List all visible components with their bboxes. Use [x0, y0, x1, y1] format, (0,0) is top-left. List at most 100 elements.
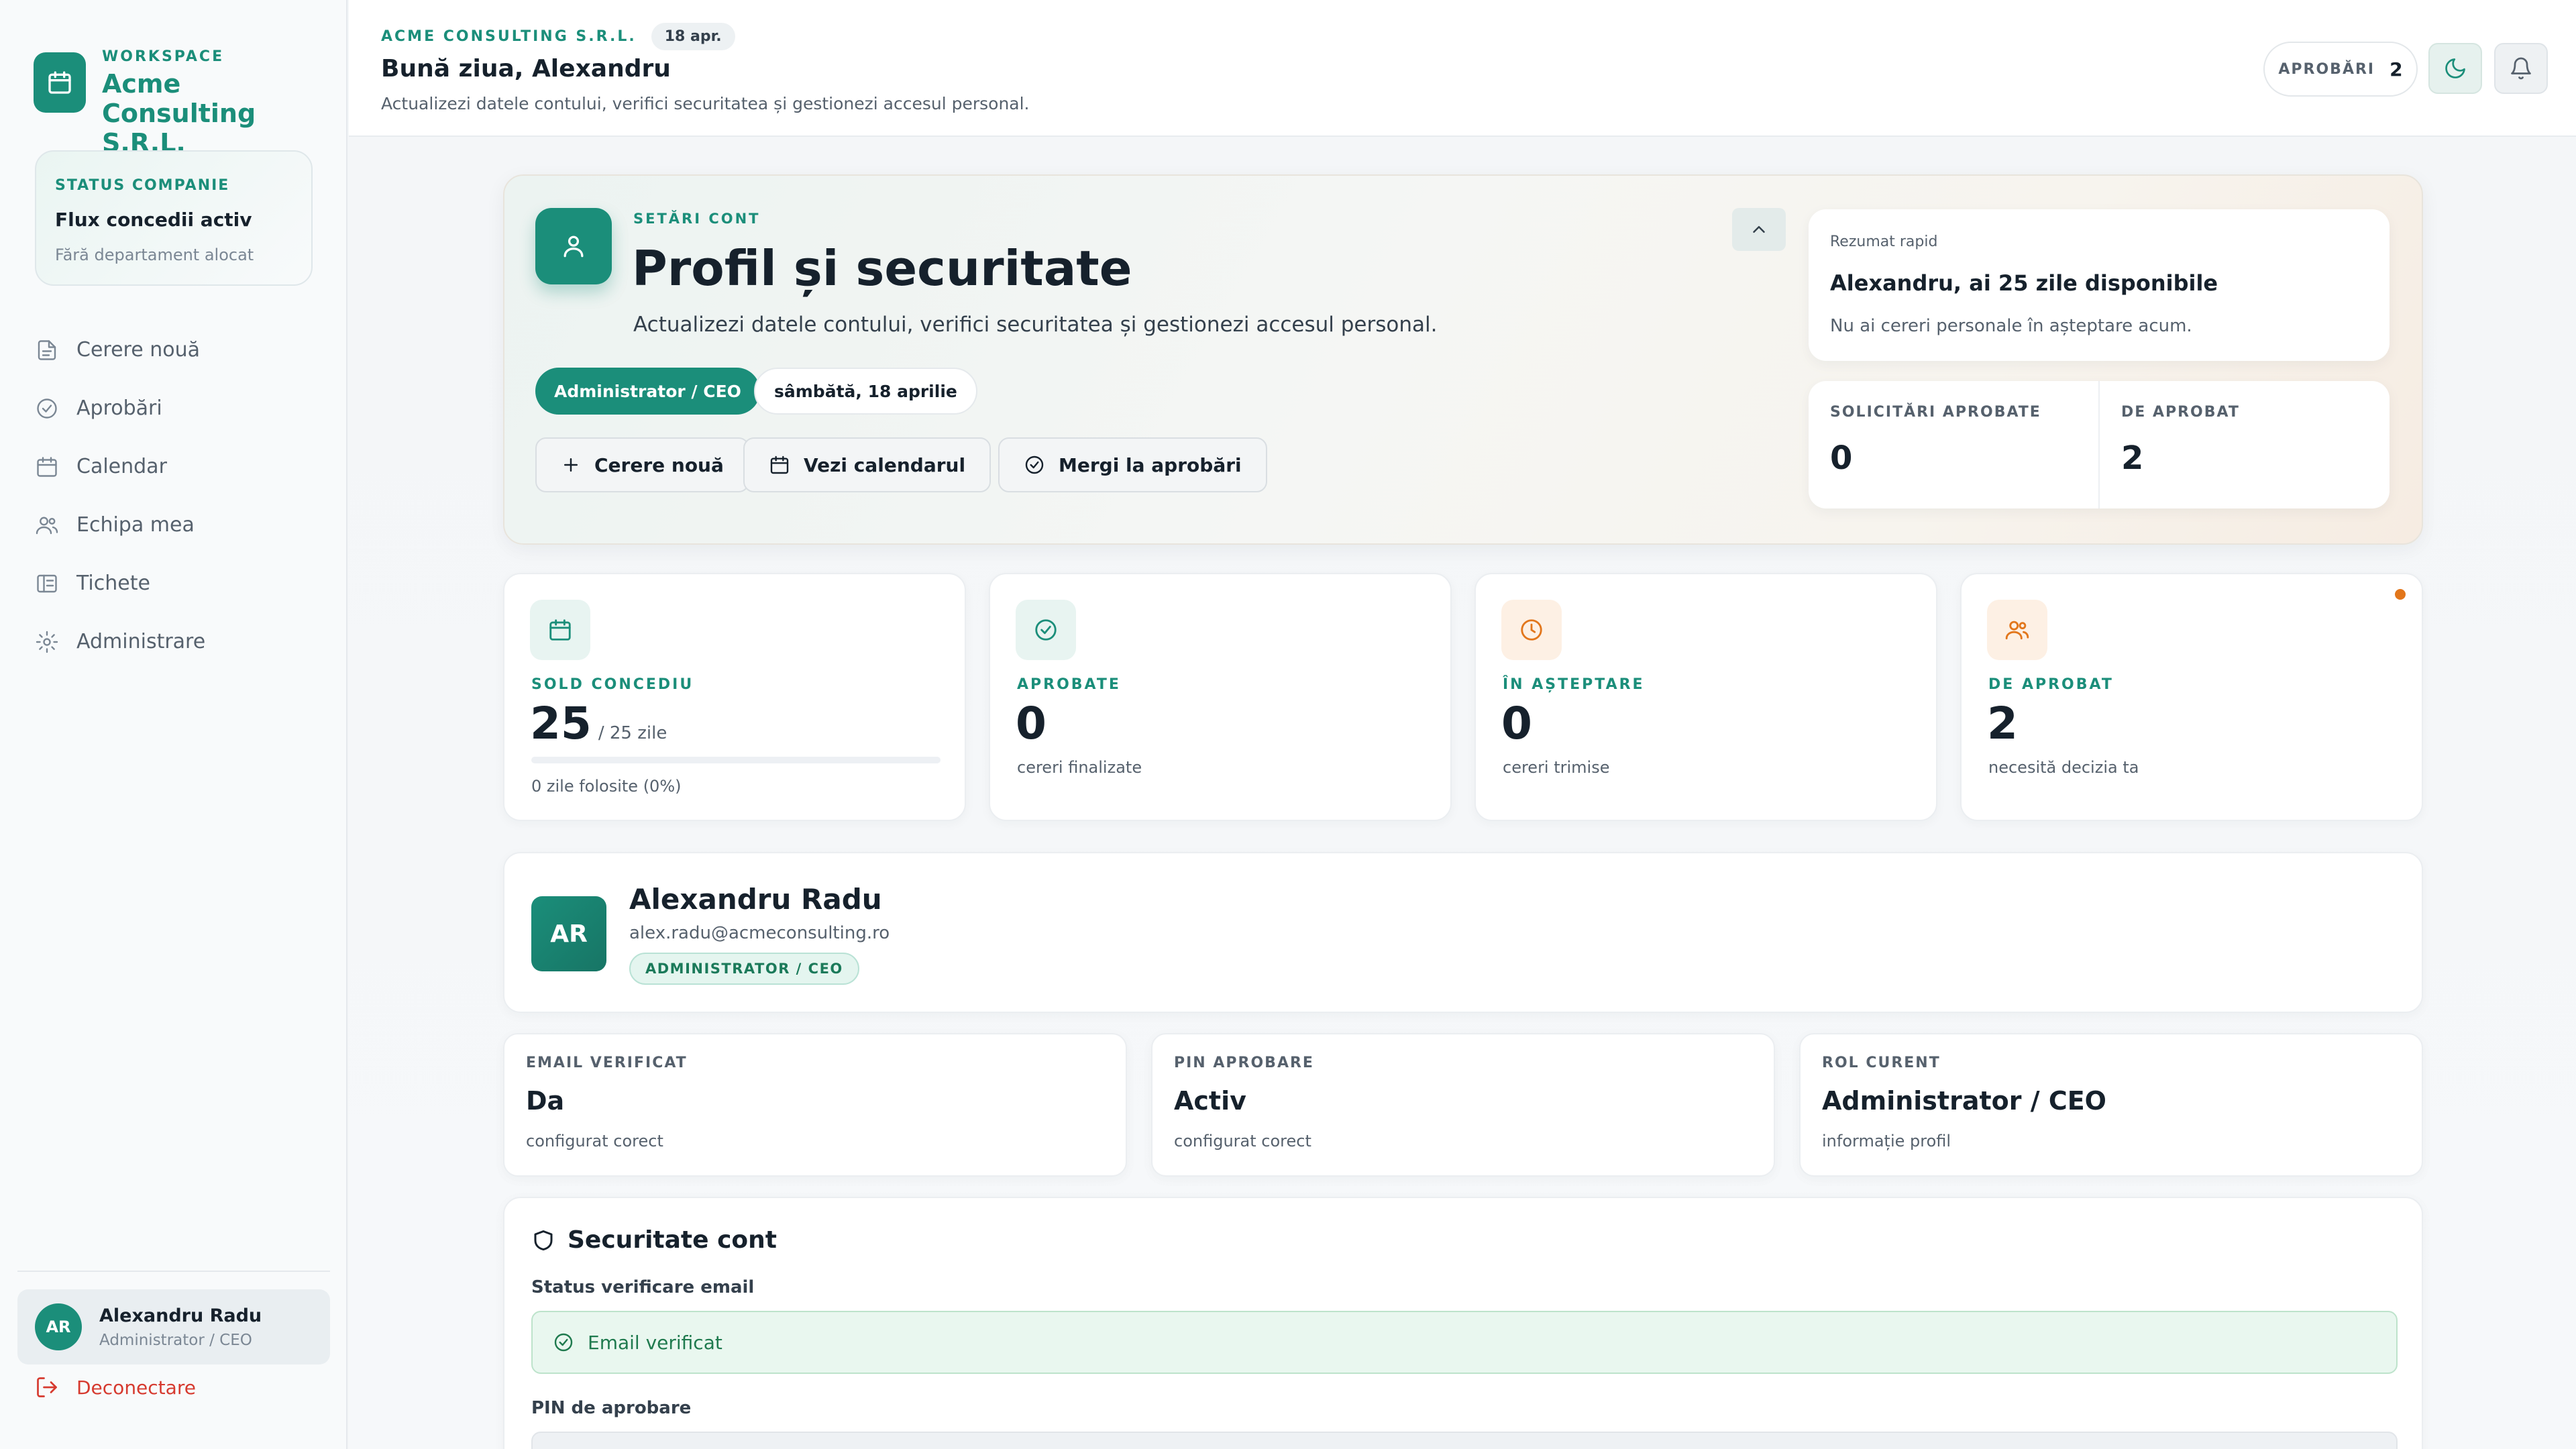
- role-pill: Administrator / CEO: [535, 368, 760, 415]
- sidebar-item-tickets[interactable]: Tichete: [35, 554, 317, 612]
- user-role: Administrator / CEO: [99, 1331, 252, 1349]
- view-calendar-button[interactable]: Vezi calendarul: [743, 437, 991, 492]
- quick-summary-subtitle: Nu ai cereri personale în așteptare acum…: [1830, 316, 2192, 336]
- view-calendar-label: Vezi calendarul: [804, 453, 966, 476]
- collapse-button[interactable]: [1732, 208, 1786, 251]
- check-circle-icon: [1025, 455, 1044, 474]
- avatar: AR: [531, 896, 606, 971]
- page-subtitle: Actualizezi datele contului, verifici se…: [633, 313, 1438, 337]
- go-to-approvals-button[interactable]: Mergi la aprobări: [998, 437, 1267, 492]
- avatar: AR: [35, 1303, 82, 1350]
- approved-requests-label: SOLICITĂRI APROBATE: [1830, 404, 2041, 421]
- date-badge: 18 apr.: [651, 23, 735, 50]
- date-pill: sâmbătă, 18 aprilie: [754, 368, 977, 415]
- account-security-card: Securitate cont Status verificare email …: [503, 1197, 2423, 1449]
- info-label: PIN APROBARE: [1174, 1055, 1314, 1071]
- info-value: Da: [526, 1086, 565, 1116]
- approvals-label: APROBĂRI: [2278, 60, 2375, 78]
- email-verified-card: EMAIL VERIFICAT Da configurat corect: [503, 1033, 1127, 1177]
- company-name: Acme Consulting S.R.L.: [102, 69, 256, 158]
- logout-label: Deconectare: [76, 1376, 196, 1399]
- status-title: Flux concedii activ: [55, 209, 252, 231]
- sidebar: WORKSPACE Acme Consulting S.R.L. STATUS …: [0, 0, 347, 1449]
- pin-label: PIN de aprobare: [531, 1398, 692, 1418]
- file-icon: [38, 339, 56, 360]
- hero-eyebrow: SETĂRI CONT: [633, 211, 761, 227]
- info-label: ROL CURENT: [1822, 1055, 1941, 1071]
- approved-requests-value: 0: [1830, 439, 1853, 477]
- quick-summary-card: Rezumat rapid Alexandru, ai 25 zile disp…: [1809, 209, 2390, 361]
- sidebar-item-administration[interactable]: Administrare: [35, 612, 317, 671]
- role-badge: ADMINISTRATOR / CEO: [629, 953, 859, 985]
- leave-balance-label: SOLD CONCEDIU: [531, 676, 694, 693]
- approvals-count: 2: [2390, 58, 2403, 80]
- company-status-card: STATUS COMPANIE Flux concedii activ Fără…: [35, 150, 313, 286]
- to-approve-kpi-label: DE APROBAT: [1988, 676, 2114, 693]
- moon-icon: [2445, 58, 2465, 78]
- to-approve-kpi-sub: necesită decizia ta: [1988, 758, 2139, 777]
- hero-card: SETĂRI CONT Profil și securitate Actuali…: [503, 174, 2423, 545]
- clock-icon: [1501, 600, 1562, 660]
- brand[interactable]: WORKSPACE Acme Consulting S.R.L.: [34, 48, 323, 158]
- calendar-icon: [530, 600, 590, 660]
- plus-icon: [564, 458, 578, 472]
- pin-input[interactable]: [531, 1432, 2398, 1449]
- company-eyebrow: ACME CONSULTING S.R.L.: [381, 28, 637, 45]
- notification-dot: [2395, 589, 2406, 600]
- approved-label: APROBATE: [1017, 676, 1121, 693]
- sidebar-item-calendar[interactable]: Calendar: [35, 437, 317, 496]
- chevron-up-icon: [1753, 226, 1765, 233]
- leave-balance-card[interactable]: SOLD CONCEDIU 25 / 25 zile 0 zile folosit…: [503, 573, 966, 821]
- bell-icon: [2511, 57, 2531, 80]
- profile-email: alex.radu@acmeconsulting.ro: [629, 923, 890, 943]
- info-sub: informație profil: [1822, 1132, 1951, 1150]
- security-title: Securitate cont: [568, 1226, 777, 1254]
- sidebar-item-new-request[interactable]: Cerere nouă: [35, 321, 317, 379]
- main-content: SETĂRI CONT Profil și securitate Actuali…: [349, 138, 2576, 1449]
- info-sub: configurat corect: [1174, 1132, 1311, 1150]
- info-value: Activ: [1174, 1086, 1246, 1116]
- leave-used-text: 0 zile folosite (0%): [531, 777, 682, 796]
- go-to-approvals-label: Mergi la aprobări: [1059, 453, 1242, 476]
- gear-icon: [36, 631, 58, 653]
- quick-summary-label: Rezumat rapid: [1830, 233, 1938, 250]
- logout-button[interactable]: Deconectare: [35, 1375, 196, 1399]
- to-approve-card[interactable]: DE APROBAT 2 necesită decizia ta: [1960, 573, 2423, 821]
- check-circle-icon: [1016, 600, 1076, 660]
- leave-progress-bar: [531, 757, 941, 763]
- info-sub: configurat corect: [526, 1132, 663, 1150]
- new-request-button[interactable]: Cerere nouă: [535, 437, 749, 492]
- sidebar-item-my-team[interactable]: Echipa mea: [35, 496, 317, 554]
- approval-stats-card: SOLICITĂRI APROBATE 0 DE APROBAT 2: [1809, 381, 2390, 508]
- approved-sub: cereri finalizate: [1017, 758, 1142, 777]
- divider: [17, 1271, 330, 1272]
- users-icon: [36, 517, 58, 534]
- to-approve-value: 2: [2121, 439, 2144, 477]
- check-circle-icon: [37, 398, 57, 419]
- sidebar-nav: Cerere nouă Aprobări Calendar Echipa mea…: [35, 321, 317, 671]
- to-approve-label: DE APROBAT: [2121, 404, 2240, 421]
- page-title: Profil și securitate: [632, 240, 1132, 297]
- topbar: ACME CONSULTING S.R.L. 18 apr. Bună ziua…: [349, 0, 2576, 137]
- quick-summary-title: Alexandru, ai 25 zile disponibile: [1830, 270, 2218, 296]
- status-eyebrow: STATUS COMPANIE: [55, 177, 230, 194]
- profile-name: Alexandru Radu: [629, 883, 882, 916]
- calendar-logo-icon: [34, 52, 86, 113]
- greeting: Bună ziua, Alexandru: [381, 55, 671, 83]
- user-card[interactable]: AR Alexandru Radu Administrator / CEO: [17, 1289, 330, 1364]
- pending-value: 0: [1501, 698, 1532, 749]
- approved-card[interactable]: APROBATE 0 cereri finalizate: [989, 573, 1452, 821]
- pending-card[interactable]: ÎN AȘTEPTARE 0 cereri trimise: [1474, 573, 1937, 821]
- theme-toggle-button[interactable]: [2428, 43, 2482, 94]
- sidebar-item-label: Calendar: [76, 455, 167, 478]
- info-value: Administrator / CEO: [1822, 1086, 2106, 1116]
- leave-balance-value: 25: [530, 698, 592, 749]
- sidebar-item-label: Tichete: [76, 572, 150, 595]
- ticket-icon: [37, 574, 57, 592]
- workspace-label: WORKSPACE: [102, 48, 225, 65]
- approvals-counter-button[interactable]: APROBĂRI 2: [2263, 42, 2418, 97]
- sidebar-item-approvals[interactable]: Aprobări: [35, 379, 317, 437]
- approved-value: 0: [1016, 698, 1046, 749]
- notifications-button[interactable]: [2494, 43, 2548, 94]
- user-name: Alexandru Radu: [99, 1305, 262, 1326]
